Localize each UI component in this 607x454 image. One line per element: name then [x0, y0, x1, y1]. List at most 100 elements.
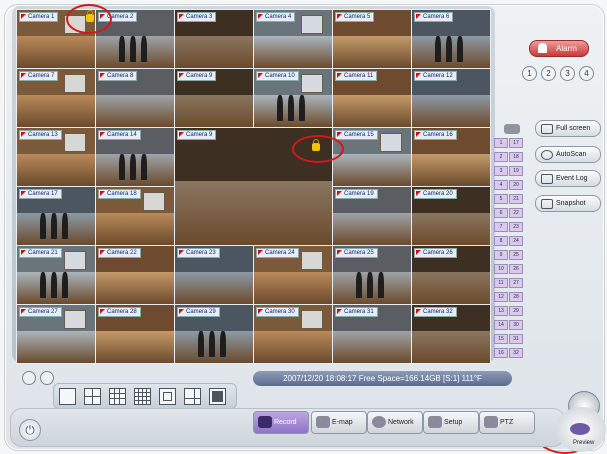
camera-tile[interactable]: Camera 13: [16, 127, 96, 187]
alarm-button[interactable]: Alarm: [529, 40, 589, 57]
channel-button[interactable]: 5: [494, 194, 508, 204]
channel-button[interactable]: 8: [494, 236, 508, 246]
setup-button[interactable]: Setup: [423, 411, 479, 434]
record-button[interactable]: Record: [253, 411, 309, 434]
channel-button[interactable]: 29: [509, 306, 523, 316]
layout-6-button[interactable]: [184, 388, 201, 405]
channel-button[interactable]: 24: [509, 236, 523, 246]
channel-button[interactable]: 26: [509, 264, 523, 274]
full-screen-button[interactable]: Full screen: [535, 120, 601, 137]
camera-tile[interactable]: Camera 21: [16, 245, 96, 305]
page-2-button[interactable]: 2: [541, 66, 556, 81]
camera-tile[interactable]: Camera 14: [95, 127, 175, 187]
page-1-button[interactable]: 1: [522, 66, 537, 81]
camera-tile[interactable]: Camera 10: [253, 68, 333, 128]
camera-tile[interactable]: Camera 8: [95, 68, 175, 128]
camera-tile[interactable]: Camera 11: [332, 68, 412, 128]
channel-button[interactable]: 18: [509, 152, 523, 162]
channel-button[interactable]: 10: [494, 264, 508, 274]
autoscan-icon: [541, 150, 553, 160]
camera-tile[interactable]: Camera 22: [95, 245, 175, 305]
channel-button[interactable]: 11: [494, 278, 508, 288]
channel-button[interactable]: 16: [494, 348, 508, 358]
camera-tile[interactable]: Camera 17: [16, 186, 96, 246]
camera-grid: Camera 1 Camera 2 Camera 3 Camera 4 Camera 5…: [16, 9, 491, 364]
channel-button[interactable]: 30: [509, 320, 523, 330]
camera-icon: [504, 124, 520, 134]
channel-button[interactable]: 4: [494, 180, 508, 190]
camera-tile[interactable]: Camera 28: [95, 304, 175, 364]
channel-button[interactable]: 25: [509, 250, 523, 260]
camera-tile[interactable]: Camera 16: [411, 127, 491, 187]
camera-tile[interactable]: Camera 5: [332, 9, 412, 69]
layout-16-button[interactable]: [134, 388, 151, 405]
camera-tile[interactable]: Camera 3: [174, 9, 254, 69]
layout-4-button[interactable]: [84, 388, 101, 405]
channel-button[interactable]: 14: [494, 320, 508, 330]
camera-label: Camera 3: [177, 12, 217, 22]
channel-button[interactable]: 31: [509, 334, 523, 344]
layout-1-button[interactable]: [59, 388, 76, 405]
camera-tile[interactable]: Camera 15: [332, 127, 412, 187]
channel-button[interactable]: 12: [494, 292, 508, 302]
channel-button[interactable]: 17: [509, 138, 523, 148]
channel-button[interactable]: 3: [494, 166, 508, 176]
channel-button[interactable]: 20: [509, 180, 523, 190]
camera-tile[interactable]: Camera 26: [411, 245, 491, 305]
autoscan-button[interactable]: AutoScan: [535, 146, 601, 163]
camera-label: Camera 9: [177, 71, 217, 81]
camera-tile[interactable]: Camera 27: [16, 304, 96, 364]
camera-label: Camera 29: [177, 307, 220, 317]
channel-button[interactable]: 28: [509, 292, 523, 302]
channel-button[interactable]: 6: [494, 208, 508, 218]
channel-button[interactable]: 19: [509, 166, 523, 176]
layout-13-button[interactable]: [159, 388, 176, 405]
layout-selector: [53, 383, 237, 409]
page-3-button[interactable]: 3: [560, 66, 575, 81]
record-icon: [258, 416, 272, 428]
camera-tile[interactable]: Camera 29: [174, 304, 254, 364]
camera-tile[interactable]: Camera 19: [332, 186, 412, 246]
network-button[interactable]: Network: [367, 411, 423, 434]
camera-settings-button[interactable]: [22, 371, 36, 385]
layout-9-button[interactable]: [109, 388, 126, 405]
camera-label: Camera 27: [19, 307, 62, 317]
camera-tile[interactable]: Camera 9: [174, 68, 254, 128]
channel-button[interactable]: 1: [494, 138, 508, 148]
camera-tile[interactable]: Camera 18: [95, 186, 175, 246]
channel-button[interactable]: 7: [494, 222, 508, 232]
ptz-button[interactable]: PTZ: [479, 411, 535, 434]
emap-button[interactable]: E-map: [311, 411, 367, 434]
camera-tile[interactable]: Camera 6: [411, 9, 491, 69]
channel-button[interactable]: 22: [509, 208, 523, 218]
channel-button[interactable]: 21: [509, 194, 523, 204]
camera-tile[interactable]: Camera 7: [16, 68, 96, 128]
channel-button[interactable]: 15: [494, 334, 508, 344]
channel-button[interactable]: 23: [509, 222, 523, 232]
layout-32-button[interactable]: [209, 388, 226, 405]
camera-tile[interactable]: Camera 32: [411, 304, 491, 364]
preview-button[interactable]: Preview: [556, 407, 606, 452]
channel-button[interactable]: 2: [494, 152, 508, 162]
camera-tile[interactable]: Camera 4: [253, 9, 333, 69]
audio-button[interactable]: [40, 371, 54, 385]
camera-tile[interactable]: Camera 24: [253, 245, 333, 305]
camera-tile[interactable]: Camera 31: [332, 304, 412, 364]
camera-tile[interactable]: Camera 20: [411, 186, 491, 246]
channel-button[interactable]: 27: [509, 278, 523, 288]
event-log-button[interactable]: Event Log: [535, 170, 601, 187]
camera-tile[interactable]: Camera 30: [253, 304, 333, 364]
camera-tile[interactable]: Camera 25: [332, 245, 412, 305]
snapshot-button[interactable]: Snapshot: [535, 195, 601, 212]
camera-tile[interactable]: Camera 12: [411, 68, 491, 128]
camera-label: Camera 20: [414, 189, 457, 199]
channel-button[interactable]: 32: [509, 348, 523, 358]
camera-label: Camera 16: [414, 130, 457, 140]
power-button[interactable]: ⏻: [19, 419, 41, 441]
camera-label: Camera 23: [177, 248, 220, 258]
page-4-button[interactable]: 4: [579, 66, 594, 81]
camera-label: Camera 21: [19, 248, 62, 258]
channel-button[interactable]: 9: [494, 250, 508, 260]
channel-button[interactable]: 13: [494, 306, 508, 316]
camera-tile[interactable]: Camera 23: [174, 245, 254, 305]
